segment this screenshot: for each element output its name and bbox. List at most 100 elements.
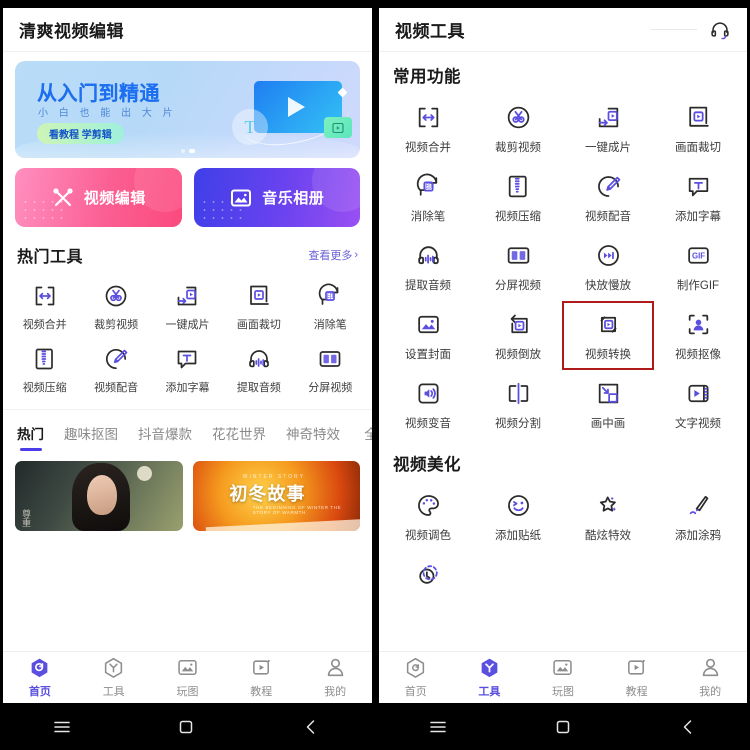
back-chevron-icon[interactable]	[301, 717, 321, 737]
music-album-card[interactable]: 音乐相册	[193, 168, 360, 227]
tool-dub-video[interactable]: 视频配音	[80, 342, 151, 399]
one-click-film-icon	[178, 286, 197, 306]
rtool-gif[interactable]: GIF 制作GIF	[653, 233, 743, 300]
nav-item-tools[interactable]: 工具	[77, 656, 151, 699]
nav-item-profile[interactable]: 我的	[673, 656, 747, 699]
doodle-brush-icon	[689, 495, 708, 515]
star-effect-icon	[599, 496, 616, 512]
rtool-label: 分屏视频	[495, 280, 541, 292]
tab-magic-effects[interactable]: 神奇特效	[286, 423, 340, 451]
menu-icon[interactable]	[428, 717, 448, 737]
quick-action-cards: 视频编辑 音乐相册	[3, 158, 372, 227]
tab-fun-matting[interactable]: 趣味抠图	[64, 423, 118, 451]
view-more-link[interactable]: 查看更多 ›	[308, 247, 358, 263]
content-tabs: 热门 趣味抠图 抖音爆款 花花世界 神奇特效 全	[3, 409, 372, 451]
nav-item-tutorial[interactable]: 教程	[224, 656, 298, 699]
tool-trim-video[interactable]: 裁剪视频	[80, 279, 151, 336]
add-subtitle-icon	[178, 350, 197, 369]
nav-label: 玩图	[176, 686, 199, 698]
thumb-small-bottom: THE BEGINNING OF WINTER THE STORY OF WAR…	[252, 505, 342, 515]
tool-compress-video[interactable]: 视频压缩	[9, 342, 80, 399]
rtool-split-screen[interactable]: 分屏视频	[473, 233, 563, 300]
nav-item-home[interactable]: 首页	[379, 656, 453, 699]
tool-extract-audio[interactable]: 提取音频	[223, 342, 294, 399]
video-edit-card[interactable]: 视频编辑	[15, 168, 182, 227]
rtool-doodle-brush[interactable]: 添加涂鸦	[653, 483, 743, 550]
rtool-crop-frame[interactable]: 画面裁切	[653, 95, 743, 162]
tab-more-partial[interactable]: 全	[360, 423, 372, 451]
image-play-icon	[178, 660, 197, 675]
extract-audio-icon	[249, 350, 269, 368]
merge-video-icon	[418, 107, 438, 128]
rtool-label: 视频调色	[405, 530, 451, 542]
tool-label: 裁剪视频	[94, 319, 139, 331]
tool-crop-frame[interactable]: 画面裁切	[223, 279, 294, 336]
tool-eraser-pen[interactable]: 印 消除笔	[295, 279, 366, 336]
svg-text:印: 印	[425, 183, 432, 191]
rtool-sticker[interactable]: 添加贴纸	[473, 483, 563, 550]
tool-one-click-film[interactable]: 一键成片	[152, 279, 223, 336]
rtool-convert-video[interactable]: 视频转换	[562, 301, 654, 370]
rtool-set-cover[interactable]: 设置封面	[383, 302, 473, 369]
rtool-pip[interactable]: 画中画	[563, 371, 653, 438]
tab-label: 热门	[17, 427, 44, 442]
headset-icon[interactable]	[709, 19, 731, 41]
rtool-eraser-pen[interactable]: 印 消除笔	[383, 164, 473, 231]
back-chevron-icon[interactable]	[678, 717, 698, 737]
rtool-text-video[interactable]: 文字视频	[653, 371, 743, 438]
banner-cta-pill[interactable]: 看教程 学剪辑	[37, 123, 124, 144]
banner-title: 从入门到精通	[37, 77, 160, 106]
rtool-speed[interactable]: 快放慢放	[563, 233, 653, 300]
rtool-add-subtitle[interactable]: 添加字幕	[653, 164, 743, 231]
rtool-label: 设置封面	[405, 349, 451, 361]
tool-label: 视频合并	[22, 319, 67, 331]
promo-banner[interactable]: 从入门到精通 小 白 也 能 出 大 片 看教程 学剪辑 T	[15, 61, 360, 158]
banner-pagination[interactable]	[180, 149, 195, 153]
rtool-dub-video[interactable]: 视频配音	[563, 164, 653, 231]
tool-add-subtitle[interactable]: 添加字幕	[152, 342, 223, 399]
thumbnail-autumn[interactable]: WINTER STORY 初冬故事 THE BEGINNING OF WINTE…	[192, 461, 360, 531]
menu-icon[interactable]	[52, 717, 72, 737]
page-title: 视频工具	[395, 22, 465, 41]
dual-screenshot: 清爽视频编辑 从入门到精通 小 白 也 能 出 大 片 看教程 学剪辑 T 视频…	[0, 0, 750, 750]
dot-1[interactable]	[180, 149, 185, 153]
rtool-star-effect[interactable]: 酷炫特效	[563, 483, 653, 550]
tool-split-screen[interactable]: 分屏视频	[295, 342, 366, 399]
nav-label: 我的	[699, 686, 722, 698]
rtool-palette[interactable]: 视频调色	[383, 483, 473, 550]
common-features-grid: 视频合并 裁剪视频 一键成片 画面裁切 印 消除笔 视频压缩 视频配音 添加字幕…	[379, 89, 747, 438]
nav-item-home[interactable]: 首页	[3, 656, 77, 699]
nav-item-profile[interactable]: 我的	[298, 656, 372, 699]
gif-icon: GIF	[687, 247, 709, 264]
rtool-one-click-film[interactable]: 一键成片	[563, 95, 653, 162]
home-icon	[32, 658, 48, 678]
rtool-compress-video[interactable]: 视频压缩	[473, 164, 563, 231]
view-more-label: 查看更多	[308, 250, 353, 262]
rtool-split-video[interactable]: 视频分割	[473, 371, 563, 438]
rtool-matting[interactable]: 视频抠像	[653, 302, 743, 369]
thumbnail-portrait[interactable]: 尊重	[15, 461, 183, 531]
rtool-label: 视频配音	[585, 211, 631, 223]
nav-item-tools[interactable]: 工具	[453, 656, 527, 699]
reverse-video-icon	[510, 314, 528, 334]
left-phone-screen: 清爽视频编辑 从入门到精通 小 白 也 能 出 大 片 看教程 学剪辑 T 视频…	[0, 0, 375, 750]
rtool-extract-audio[interactable]: 提取音频	[383, 233, 473, 300]
chevron-right-icon: ›	[354, 249, 358, 261]
common-features-title: 常用功能	[393, 68, 461, 86]
rtool-merge-video[interactable]: 视频合并	[383, 95, 473, 162]
nav-item-playimage[interactable]: 玩图	[526, 656, 600, 699]
home-square-icon[interactable]	[176, 717, 196, 737]
tab-hot[interactable]: 热门	[17, 423, 44, 451]
dot-2-active[interactable]	[188, 149, 195, 153]
rtool-reverse-video[interactable]: 视频倒放	[473, 302, 563, 369]
tab-douyin-hits[interactable]: 抖音爆款	[138, 423, 192, 451]
nav-label: 我的	[324, 686, 347, 698]
home-square-icon[interactable]	[553, 717, 573, 737]
tab-flower-world[interactable]: 花花世界	[212, 423, 266, 451]
nav-item-playimage[interactable]: 玩图	[151, 656, 225, 699]
rtool-rotate-clock[interactable]	[383, 552, 473, 603]
tool-merge-video[interactable]: 视频合并	[9, 279, 80, 336]
rtool-trim-video[interactable]: 裁剪视频	[473, 95, 563, 162]
rtool-voice-change[interactable]: 视频变音	[383, 371, 473, 438]
nav-item-tutorial[interactable]: 教程	[600, 656, 674, 699]
